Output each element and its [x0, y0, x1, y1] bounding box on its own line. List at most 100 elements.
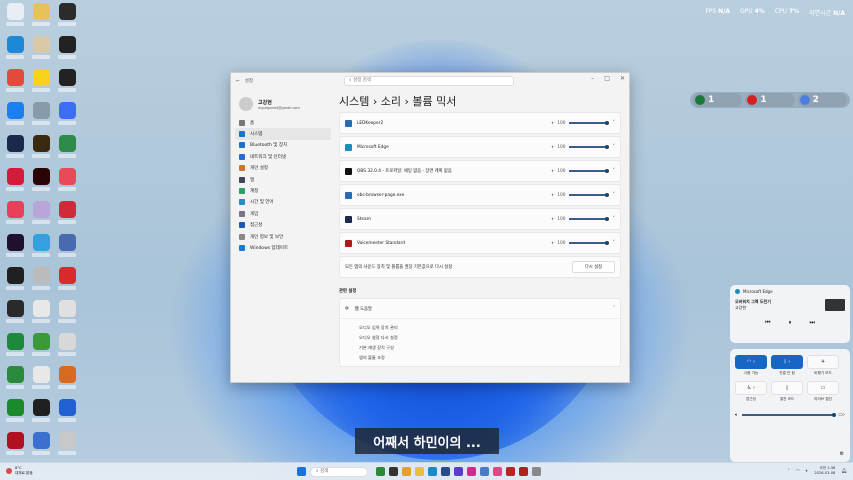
desktop-shortcut[interactable]	[28, 101, 54, 134]
taskbar-app-icon[interactable]	[532, 467, 541, 476]
help-link[interactable]: 기본 재생 장치 구성	[359, 343, 620, 353]
desktop-shortcut[interactable]	[54, 431, 80, 464]
pill-chat[interactable]: 2	[797, 93, 847, 107]
sidebar-item[interactable]: 접근성	[235, 220, 331, 231]
chevron-down-icon[interactable]: ˅	[613, 168, 616, 174]
quick-tile-accessibility[interactable]: ♿ › 접근성	[735, 381, 767, 404]
sidebar-item[interactable]: 개인 설정	[235, 163, 331, 174]
back-button[interactable]: ←	[236, 79, 240, 84]
volume-slider[interactable]	[568, 216, 609, 221]
desktop-shortcut[interactable]	[28, 68, 54, 101]
desktop-shortcut[interactable]	[2, 200, 28, 233]
taskbar-app-icon[interactable]	[402, 467, 411, 476]
taskbar-app-icon[interactable]	[441, 467, 450, 476]
help-header[interactable]: ◍ 웹 도움말 ˄	[340, 299, 620, 319]
taskbar-app-icon[interactable]	[454, 467, 463, 476]
chevron-down-icon[interactable]: ˅	[613, 216, 616, 222]
taskbar-app-icon[interactable]	[467, 467, 476, 476]
bluetooth-icon[interactable]: ᛒ ›	[771, 355, 803, 369]
pill-youtube[interactable]: 1	[745, 93, 795, 107]
user-profile[interactable]: 고강현 mgurganist@gmail.com	[235, 91, 331, 117]
desktop-shortcut[interactable]	[28, 2, 54, 35]
battery-saver-icon[interactable]: ▯	[771, 381, 803, 395]
quick-tile-airplane[interactable]: ✈ 비행기 모드	[807, 355, 839, 378]
taskbar-app-icon[interactable]	[428, 467, 437, 476]
desktop-shortcut[interactable]	[28, 431, 54, 464]
audio-output-button[interactable]: ▭›	[838, 412, 845, 418]
wifi-icon[interactable]: ◠	[796, 469, 800, 474]
reset-button[interactable]: 다시 설정	[571, 261, 615, 273]
desktop-shortcut[interactable]	[2, 233, 28, 266]
sidebar-item[interactable]: Bluetooth 및 장치	[235, 140, 331, 151]
desktop-shortcut[interactable]	[54, 2, 80, 35]
chevron-up-icon[interactable]: ˄	[788, 469, 790, 474]
settings-gear-icon[interactable]: ⚙	[840, 451, 844, 457]
desktop-shortcut[interactable]	[54, 266, 80, 299]
wifi-icon[interactable]: ◠ ›	[735, 355, 767, 369]
chevron-down-icon[interactable]: ˅	[613, 240, 616, 246]
start-button[interactable]	[297, 467, 306, 476]
desktop-shortcut[interactable]	[2, 167, 28, 200]
sidebar-item[interactable]: 네트워크 및 인터넷	[235, 151, 331, 162]
speaker-icon[interactable]: 🔈︎	[552, 217, 555, 222]
speaker-icon[interactable]: 🔈︎	[552, 169, 555, 174]
chevron-down-icon[interactable]: ˅	[613, 192, 616, 198]
help-link[interactable]: 오디오 입력 장치 관리	[359, 323, 620, 333]
desktop-shortcut[interactable]	[28, 134, 54, 167]
speaker-icon[interactable]: 🔈︎	[552, 121, 555, 126]
help-link[interactable]: 앱의 볼륨 조정	[359, 353, 620, 363]
captions-icon[interactable]: ▭	[807, 381, 839, 395]
desktop-shortcut[interactable]	[54, 332, 80, 365]
quick-tile-bluetooth[interactable]: ᛒ › 연결 안 됨	[771, 355, 803, 378]
desktop-shortcut[interactable]	[28, 299, 54, 332]
volume-slider[interactable]	[568, 144, 609, 149]
volume-slider[interactable]	[742, 412, 837, 417]
settings-search-input[interactable]: ⌕ 설정 검색	[344, 76, 514, 86]
sidebar-item[interactable]: 개인 정보 및 보안	[235, 231, 331, 242]
taskbar-app-icon[interactable]	[389, 467, 398, 476]
speaker-icon[interactable]: 🔈︎	[552, 241, 555, 246]
taskbar-app-icon[interactable]	[506, 467, 515, 476]
pill-user[interactable]: 1	[693, 93, 743, 107]
sidebar-item[interactable]: 시스템	[235, 128, 331, 140]
desktop-shortcut[interactable]	[2, 431, 28, 464]
airplane-icon[interactable]: ✈	[807, 355, 839, 369]
desktop-shortcut[interactable]	[2, 35, 28, 68]
next-button[interactable]: ⏭	[810, 319, 815, 327]
desktop-shortcut[interactable]	[54, 35, 80, 68]
desktop-shortcut[interactable]	[28, 266, 54, 299]
desktop-shortcut[interactable]	[54, 299, 80, 332]
quick-tile-wifi[interactable]: ◠ › 사용 가능	[735, 355, 767, 378]
desktop-shortcut[interactable]	[2, 332, 28, 365]
speaker-icon[interactable]: 🔈︎	[552, 145, 555, 150]
quick-tile-battery-saver[interactable]: ▯ 절전 모드	[771, 381, 803, 404]
desktop-shortcut[interactable]	[28, 332, 54, 365]
sidebar-item[interactable]: 계정	[235, 185, 331, 196]
quick-tile-captions[interactable]: ▭ 라이브 캡션	[807, 381, 839, 404]
sidebar-item[interactable]: Windows 업데이트	[235, 242, 331, 253]
speaker-icon[interactable]: 🔈︎	[552, 193, 555, 198]
desktop-shortcut[interactable]	[2, 299, 28, 332]
taskbar-search[interactable]: ⌕ 검색	[310, 467, 368, 477]
help-link[interactable]: 오디오 설정 다시 설정	[359, 333, 620, 343]
sidebar-item[interactable]: 시간 및 언어	[235, 197, 331, 208]
taskbar-app-icon[interactable]	[376, 467, 385, 476]
desktop-shortcut[interactable]	[54, 134, 80, 167]
desktop-shortcut[interactable]	[54, 167, 80, 200]
volume-slider[interactable]	[568, 240, 609, 245]
desktop-shortcut[interactable]	[54, 200, 80, 233]
maximize-button[interactable]: □	[604, 75, 610, 82]
volume-slider[interactable]	[568, 120, 609, 125]
desktop-shortcut[interactable]	[2, 266, 28, 299]
desktop-shortcut[interactable]	[28, 398, 54, 431]
desktop-shortcut[interactable]	[28, 233, 54, 266]
speaker-icon[interactable]: 🔈︎	[806, 468, 809, 474]
volume-slider[interactable]	[568, 168, 609, 173]
desktop-shortcut[interactable]	[2, 134, 28, 167]
desktop-shortcut[interactable]	[54, 365, 80, 398]
desktop-shortcut[interactable]	[28, 167, 54, 200]
desktop-shortcut[interactable]	[54, 68, 80, 101]
chevron-down-icon[interactable]: ˅	[613, 144, 616, 150]
accessibility-icon[interactable]: ♿ ›	[735, 381, 767, 395]
sidebar-item[interactable]: 앱	[235, 174, 331, 185]
